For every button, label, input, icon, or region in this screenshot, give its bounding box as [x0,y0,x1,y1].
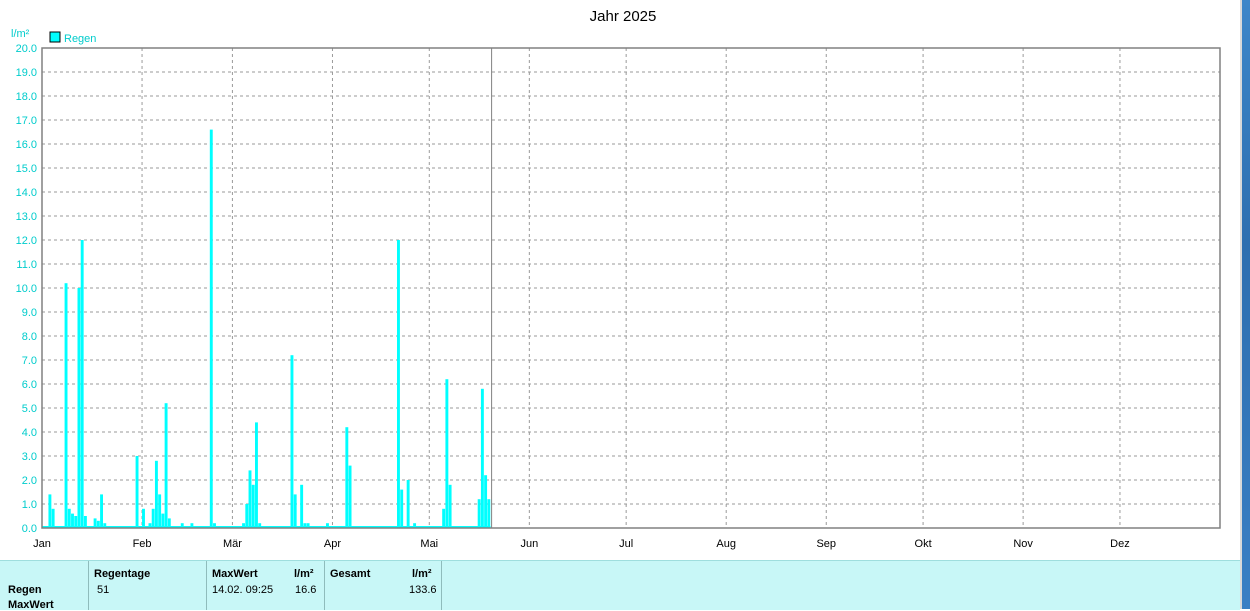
x-tick-label: Sep [816,538,836,550]
rain-bar [400,489,404,528]
maxwert-unit: l/m² [294,568,314,580]
rain-bar [100,494,103,528]
rain-bar [300,484,304,528]
rain-bar [142,508,145,528]
y-tick-label: 14.0 [16,187,37,199]
y-tick-label: 0.0 [22,523,37,535]
rain-bar [158,494,162,528]
y-tick-label: 17.0 [16,115,37,127]
maxwert-value: 16.6 [295,584,317,596]
y-tick-label: 15.0 [16,163,37,175]
x-tick-label: Dez [1110,538,1130,550]
legend-swatch [49,31,61,43]
rain-bar [448,484,452,528]
rain-bar [209,129,213,528]
rain-bar [293,494,297,528]
rain-bar [477,499,481,528]
row-label-regen: Regen [8,584,42,596]
y-tick-label: 18.0 [16,91,37,103]
gesamt-value: 133.6 [409,584,437,596]
y-tick-label: 1.0 [22,499,37,511]
rain-bar [77,288,81,528]
rain-bar [248,470,252,528]
regentage-header: Regentage [94,568,151,580]
y-tick-label: 16.0 [16,139,37,151]
stats-regentage-column: Regentage 51 [89,561,207,610]
rain-bar [487,499,491,528]
rain-bar [93,518,97,528]
y-tick-label: 11.0 [16,259,37,271]
x-tick-label: Feb [133,538,152,550]
rain-bar [64,283,68,528]
rain-bar [251,484,255,528]
stats-maxwert-column: MaxWert l/m² 14.02. 09:25 16.6 [207,561,325,610]
rain-bar [445,379,449,528]
regentage-value: 51 [97,584,110,596]
y-tick-label: 3.0 [22,451,37,463]
rain-bar [96,520,100,528]
y-tick-label: 12.0 [16,235,37,247]
rain-bar [245,504,249,528]
y-tick-label: 9.0 [22,307,37,319]
y-tick-label: 20.0 [16,43,37,55]
rain-bar [74,516,78,528]
x-tick-labels: Jan Feb Mär Apr Mai Jun Jul Aug Sep Okt Nov Dez [33,538,1130,550]
rain-bar [83,516,87,528]
y-tick-label: 19.0 [16,67,37,79]
y-tick-label: 13.0 [16,211,37,223]
rain-bar [480,388,484,528]
rain-chart: Jahr 2025 l/m² Regen 0.0 1.0 2.0 3.0 4.0 5.0 6… [0,0,1250,560]
rain-bar [255,422,258,528]
row-label-maxwert: MaxWert [8,599,54,611]
maxwert-header: MaxWert [212,568,258,580]
rain-bar [51,508,55,528]
y-tick-label: 5.0 [22,403,37,415]
rain-bar [348,465,352,528]
rain-bar [397,240,400,528]
desktop-edge [1240,0,1250,609]
rain-bar [167,518,171,528]
x-tick-label: Aug [716,538,736,550]
rain-bar [151,508,155,528]
x-tick-label: Apr [324,538,341,550]
y-tick-labels: 0.0 1.0 2.0 3.0 4.0 5.0 6.0 7.0 8.0 9.0 10.0 11.0 12… [16,43,37,535]
chart-canvas: Jahr 2025 l/m² Regen 0.0 1.0 2.0 3.0 4.0 5.0 6… [11,8,1221,550]
x-tick-label: Nov [1013,538,1033,550]
maxwert-date: 14.02. 09:25 [212,584,274,596]
stats-panel: Regen MaxWert Regentage 51 MaxWert l/m² … [0,560,1240,611]
rain-bar [345,427,349,528]
x-tick-label: Mai [420,538,438,550]
rain-bar [48,494,52,528]
rain-bar [406,480,410,528]
rain-bar [67,508,71,528]
legend-label: Regen [64,33,96,45]
x-tick-label: Jan [33,538,51,550]
y-axis-unit: l/m² [11,28,30,40]
y-tick-label: 4.0 [22,427,37,439]
y-tick-label: 7.0 [22,355,37,367]
rain-bar [484,475,488,528]
rain-bar [161,513,165,528]
gesamt-header: Gesamt [330,568,371,580]
rain-bar [290,355,294,528]
rain-bar [135,456,139,528]
x-tick-label: Okt [915,538,932,550]
grid [42,48,1220,528]
rain-bar [154,460,158,528]
rain-bar [80,240,84,528]
x-tick-label: Jul [619,538,633,550]
y-tick-label: 6.0 [22,379,37,391]
gesamt-unit: l/m² [412,568,432,580]
rain-bar [442,508,446,528]
stats-gesamt-column: Gesamt l/m² 133.6 [325,561,442,610]
y-tick-label: 8.0 [22,331,37,343]
y-tick-label: 2.0 [22,475,37,487]
x-tick-label: Mär [223,538,242,550]
rain-bar [164,403,168,528]
stats-label-column: Regen MaxWert [0,561,89,611]
chart-title: Jahr 2025 [590,8,657,25]
x-tick-label: Jun [520,538,538,550]
y-tick-label: 10.0 [16,283,37,295]
rain-bar [71,513,74,528]
